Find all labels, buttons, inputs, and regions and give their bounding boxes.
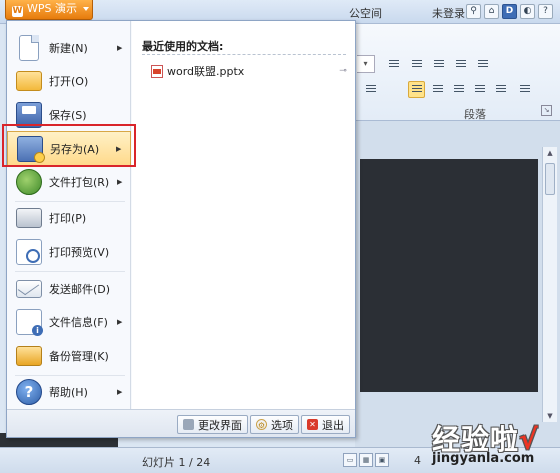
shirt-icon [183,419,194,430]
menu-item-print[interactable]: 打印(P) [7,201,131,235]
menu-item-print-preview[interactable]: 打印预览(V) [7,235,131,269]
menu-item-label: 文件信息(F) [49,316,108,329]
scroll-up-icon[interactable]: ▲ [545,149,555,157]
align-right-icon[interactable] [450,81,467,98]
user-icon[interactable]: ⚲ [466,4,481,19]
menu-commands: 新建(N) ▶ 打开(O) 保存(S) 另存为(A) ▶ 文件打包(R) ▶ 打… [7,21,131,409]
login-link[interactable]: 未登录 [432,5,465,21]
align-center-icon[interactable] [429,81,446,98]
font-size-dropdown[interactable]: ▾ [357,55,375,73]
palette-icon[interactable]: ◐ [520,4,535,19]
submenu-arrow-icon: ▶ [117,178,123,186]
submenu-arrow-icon: ▶ [117,44,123,52]
exit-button[interactable]: ✕ 退出 [301,415,350,434]
wps-menu-button[interactable]: W WPS 演示 [5,0,93,20]
menu-item-label: 打印预览(V) [49,246,110,259]
menu-item-label: 打印(P) [49,212,87,225]
print-preview-icon [16,239,42,265]
align-left-icon[interactable] [408,81,425,98]
sorter-view-icon[interactable]: ▦ [359,453,373,467]
paragraph-launcher-icon[interactable]: ↘ [541,105,552,116]
shirt-icon[interactable]: ⌂ [484,4,499,19]
menu-footer: 更改界面 ⚙ 选项 ✕ 退出 [7,409,355,437]
menu-item-file-info[interactable]: 文件信息(F) ▶ [7,305,131,339]
menu-item-new[interactable]: 新建(N) ▶ [7,31,131,65]
file-info-icon [16,309,43,336]
justify-icon[interactable] [471,81,488,98]
recent-file-name: word联盟.pptx [167,65,245,78]
close-icon: ✕ [307,419,318,430]
pin-icon[interactable]: ⊸ [336,66,350,76]
change-ui-button[interactable]: 更改界面 [177,415,248,434]
options-button[interactable]: ⚙ 选项 [250,415,299,434]
wps-logo-icon: W [12,6,23,17]
help-icon[interactable]: ? [538,4,553,19]
recent-documents-header: 最近使用的文档: [142,40,224,53]
recent-divider [142,54,346,55]
normal-view-icon[interactable]: ▭ [343,453,357,467]
application-menu: 新建(N) ▶ 打开(O) 保存(S) 另存为(A) ▶ 文件打包(R) ▶ 打… [6,20,356,438]
view-buttons: ▭ ▦ ▣ [343,453,389,467]
zoom-level[interactable]: 4 [414,454,421,467]
chevron-down-icon [83,7,89,11]
menu-item-label: 发送邮件(D) [49,283,111,296]
line-spacing-icon[interactable] [474,56,491,73]
open-folder-icon [16,71,42,91]
menu-item-label: 打开(O) [49,75,89,88]
recent-documents-pane: 最近使用的文档: word联盟.pptx ⊸ [132,21,355,409]
pptx-file-icon [151,64,163,78]
decrease-indent-icon[interactable] [430,56,447,73]
text-direction-icon[interactable] [362,81,379,98]
menu-item-help[interactable]: ? 帮助(H) ▶ [7,375,131,409]
d-icon[interactable]: D [502,4,517,19]
bullets-icon[interactable] [385,56,402,73]
change-ui-label: 更改界面 [198,418,242,432]
menu-item-label: 文件打包(R) [49,176,110,189]
menu-item-package[interactable]: 文件打包(R) ▶ [7,165,131,199]
menu-item-send-mail[interactable]: 发送邮件(D) [7,272,131,306]
increase-indent-icon[interactable] [452,56,469,73]
scroll-down-icon[interactable]: ▼ [545,412,555,420]
print-icon [16,208,42,228]
menu-item-label: 新建(N) [49,42,88,55]
highlight-annotation [2,124,136,167]
submenu-arrow-icon: ▶ [117,388,123,396]
new-document-icon [19,35,39,61]
distribute-icon[interactable] [492,81,509,98]
window-title: 公空间 [349,7,382,20]
vertical-scrollbar[interactable]: ▲ ▼ [542,147,557,422]
slideshow-view-icon[interactable]: ▣ [375,453,389,467]
scroll-thumb[interactable] [545,163,555,195]
slide-count: 幻灯片 1 / 24 [142,456,211,469]
slide-canvas[interactable] [360,159,538,392]
help-icon: ? [16,379,42,405]
watermark-url: jingyanla.com [432,451,535,466]
columns-icon[interactable] [516,81,533,98]
backup-folder-icon [16,346,42,366]
submenu-arrow-icon: ▶ [117,318,123,326]
options-label: 选项 [271,418,293,432]
menu-item-label: 备份管理(K) [49,350,109,363]
paragraph-group-label: 段落 [464,108,486,121]
package-icon [16,169,42,195]
exit-label: 退出 [322,418,344,432]
recent-file-item[interactable]: word联盟.pptx ⊸ [142,62,350,80]
wps-menu-label: WPS 演示 [27,2,77,15]
menu-item-backup[interactable]: 备份管理(K) [7,339,131,373]
numbering-icon[interactable] [408,56,425,73]
mail-icon [16,280,42,298]
gear-icon: ⚙ [256,419,267,430]
titlebar-icons: ⚲ ⌂ D ◐ ? [466,4,553,19]
menu-item-label: 帮助(H) [49,386,88,399]
menu-item-label: 保存(S) [49,109,87,122]
menu-item-open[interactable]: 打开(O) [7,64,131,98]
